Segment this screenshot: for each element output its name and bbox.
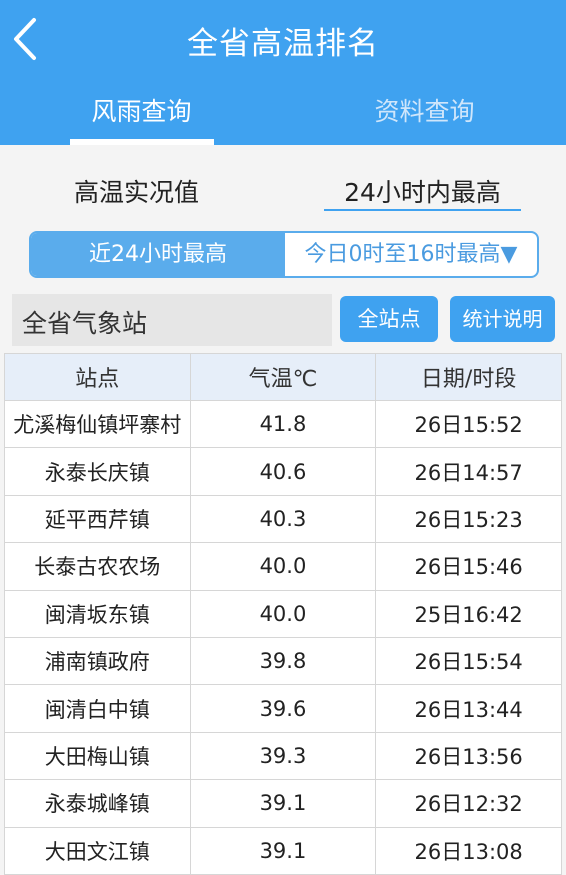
table-row[interactable]: 浦南镇政府 39.8 26日15:54	[4, 636, 562, 686]
cell-temp: 39.8	[189, 636, 377, 686]
station-scope-field[interactable]: 全省气象站	[12, 294, 332, 346]
segment-last-24h[interactable]: 近24小时最高	[31, 233, 285, 276]
table-row[interactable]: 长泰古农农场 40.0 26日15:46	[4, 542, 562, 591]
cell-temp: 39.6	[189, 684, 377, 733]
cell-temp: 40.3	[189, 494, 377, 544]
cell-temp: 39.1	[189, 779, 377, 828]
table-row[interactable]: 闽清坂东镇 40.0 25日16:42	[4, 589, 562, 638]
table-row[interactable]: 大田梅山镇 39.3 26日13:56	[4, 731, 562, 781]
column-header-station[interactable]: 站点	[4, 353, 191, 401]
cell-station: 大田文江镇	[4, 826, 191, 875]
column-header-time[interactable]: 日期/时段	[375, 353, 562, 401]
cell-station: 延平西芹镇	[4, 494, 191, 544]
table-row[interactable]: 尤溪梅仙镇坪寨村 41.8 26日15:52	[4, 399, 562, 449]
cell-temp: 41.8	[189, 399, 377, 449]
cell-station: 闽清白中镇	[4, 684, 191, 733]
time-range-segment: 近24小时最高 今日0时至16时最高▼	[29, 231, 539, 278]
cell-station: 大田梅山镇	[4, 731, 191, 781]
subtab-24h-max[interactable]: 24小时内最高	[324, 173, 521, 209]
table-row[interactable]: 延平西芹镇 40.3 26日15:23	[4, 494, 562, 544]
cell-time: 26日15:52	[375, 399, 562, 449]
cell-time: 26日13:44	[375, 684, 562, 733]
cell-time: 26日15:54	[375, 636, 562, 686]
subtab-underline	[324, 209, 521, 211]
tab-weather-query[interactable]: 风雨查询	[0, 92, 283, 128]
cell-station: 浦南镇政府	[4, 636, 191, 686]
tab-data-query[interactable]: 资料查询	[283, 92, 566, 128]
cell-station: 永泰长庆镇	[4, 447, 191, 496]
page-title: 全省高温排名	[187, 26, 379, 62]
table-row[interactable]: 永泰城峰镇 39.1 26日12:32	[4, 779, 562, 828]
cell-time: 26日15:23	[375, 494, 562, 544]
all-stations-button[interactable]: 全站点	[340, 296, 438, 342]
cell-station: 尤溪梅仙镇坪寨村	[4, 399, 191, 449]
cell-temp: 39.1	[189, 826, 377, 875]
segment-today-dropdown[interactable]: 今日0时至16时最高▼	[285, 233, 537, 276]
cell-temp: 40.0	[189, 542, 377, 591]
subtab-bar: 高温实况值 24小时内最高	[0, 145, 566, 225]
cell-time: 26日12:32	[375, 779, 562, 828]
app-header: 全省高温排名 风雨查询 资料查询	[0, 0, 566, 145]
segment-today-label: 今日0时至16时最高	[304, 242, 501, 267]
table-row[interactable]: 大田文江镇 39.1 26日13:08	[4, 826, 562, 875]
cell-station: 闽清坂东镇	[4, 589, 191, 638]
subtab-realtime-temp[interactable]: 高温实况值	[74, 173, 199, 209]
cell-station: 长泰古农农场	[4, 542, 191, 591]
cell-time: 25日16:42	[375, 589, 562, 638]
station-scope-label: 全省气象站	[22, 309, 148, 338]
cell-temp: 40.6	[189, 447, 377, 496]
table-header-row: 站点 气温℃ 日期/时段	[4, 353, 562, 401]
column-header-temp[interactable]: 气温℃	[189, 353, 377, 401]
cell-time: 26日13:08	[375, 826, 562, 875]
cell-temp: 40.0	[189, 589, 377, 638]
temperature-ranking-table: 站点 气温℃ 日期/时段 尤溪梅仙镇坪寨村 41.8 26日15:52 永泰长庆镇 4…	[4, 353, 562, 875]
cell-time: 26日13:56	[375, 731, 562, 781]
cell-station: 永泰城峰镇	[4, 779, 191, 828]
cell-time: 26日14:57	[375, 447, 562, 496]
cell-temp: 39.3	[189, 731, 377, 781]
stat-info-button[interactable]: 统计说明	[450, 296, 555, 342]
table-row[interactable]: 永泰长庆镇 40.6 26日14:57	[4, 447, 562, 496]
cell-time: 26日15:46	[375, 542, 562, 591]
dropdown-arrow-icon: ▼	[500, 242, 518, 267]
table-row[interactable]: 闽清白中镇 39.6 26日13:44	[4, 684, 562, 733]
